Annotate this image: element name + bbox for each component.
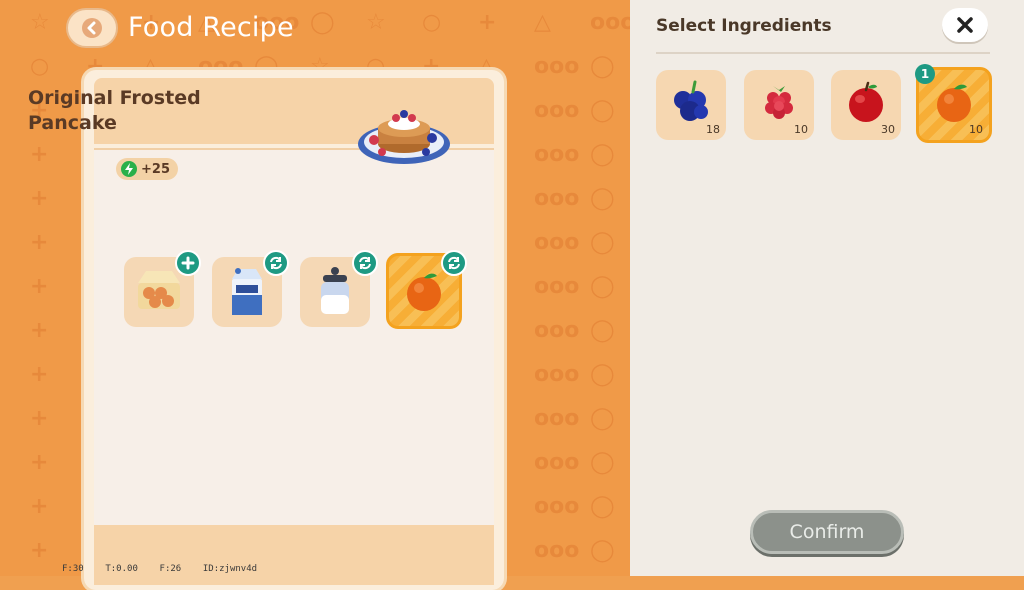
pattern-glyph: ooo [534, 274, 580, 299]
recipe-name-line1: Original Frosted [28, 87, 201, 109]
milk-carton-icon [232, 268, 262, 315]
page-title: Food Recipe [128, 12, 294, 43]
pattern-glyph: ooo [590, 10, 630, 35]
pattern-glyph: + [30, 274, 49, 299]
pattern-glyph: ◯ [590, 362, 615, 387]
close-icon [957, 17, 973, 33]
pattern-glyph: ooo [534, 186, 580, 211]
recipe-card-footer [94, 525, 494, 585]
swap-icon [270, 256, 282, 270]
pancake-icon [358, 110, 450, 164]
panel-title: Select Ingredients [656, 16, 832, 36]
pattern-glyph: △ [534, 10, 551, 35]
pattern-glyph: ooo [534, 406, 580, 431]
orange-icon [407, 273, 441, 311]
pattern-glyph: ◯ [590, 142, 615, 167]
pattern-glyph: + [30, 318, 49, 343]
pattern-glyph: ◯ [590, 538, 615, 563]
pattern-glyph: + [30, 450, 49, 475]
energy-badge: +25 [116, 158, 178, 180]
recipe-card-body [94, 148, 494, 525]
pattern-glyph: ◯ [590, 450, 615, 475]
pattern-glyph: ooo [534, 450, 580, 475]
ingredient-apple[interactable]: 30 [831, 70, 901, 140]
pattern-glyph: ◯ [590, 406, 615, 431]
close-button[interactable] [942, 8, 988, 42]
energy-value: +25 [141, 161, 170, 177]
egg-carton-icon [138, 271, 180, 309]
pattern-glyph: + [30, 494, 49, 519]
pattern-glyph: ooo [534, 494, 580, 519]
recipe-name-line2: Pancake [28, 112, 117, 134]
plus-icon [181, 256, 195, 270]
recipe-name: Original Frosted Pancake [28, 86, 228, 136]
pattern-glyph: + [30, 538, 49, 563]
raspberry-icon [765, 86, 793, 120]
pattern-glyph: + [30, 142, 49, 167]
swap-sugar-button[interactable] [352, 250, 378, 276]
pattern-glyph: ooo [534, 98, 580, 123]
swap-orange-button[interactable] [441, 250, 467, 276]
ingredient-count: 30 [881, 123, 895, 136]
lightning-icon [121, 161, 137, 177]
swap-icon [359, 256, 371, 270]
pattern-glyph: + [30, 186, 49, 211]
pattern-glyph: + [30, 362, 49, 387]
ingredient-orange[interactable]: 1 10 [915, 64, 992, 143]
pattern-glyph: + [30, 406, 49, 431]
pattern-glyph: ◯ [590, 274, 615, 299]
ingredient-count: 10 [794, 123, 808, 136]
panel-divider [656, 52, 990, 54]
pattern-glyph: ☆ [30, 10, 50, 35]
ingredient-panel: Select Ingredients 18 10 30 1 10 Confirm [630, 0, 1024, 576]
pattern-glyph: ○ [30, 54, 50, 79]
orange-icon [937, 84, 971, 123]
pattern-glyph: + [30, 230, 49, 255]
pattern-glyph: ◯ [590, 230, 615, 255]
ingredient-count: 10 [969, 123, 983, 136]
pattern-glyph: ooo [534, 230, 580, 255]
pattern-glyph: ○ [422, 10, 442, 35]
ingredient-count: 18 [706, 123, 720, 136]
pattern-glyph: ◯ [590, 54, 615, 79]
pattern-glyph: ◯ [590, 98, 615, 123]
pattern-glyph: ◯ [590, 318, 615, 343]
pattern-glyph: ◯ [590, 186, 615, 211]
debug-overlay: F:30 T:0.00 F:26 ID:zjwnv4d [62, 564, 258, 574]
apple-icon [849, 81, 883, 123]
swap-milk-button[interactable] [263, 250, 289, 276]
pattern-glyph: ooo [534, 54, 580, 79]
ingredient-blueberry[interactable]: 18 [656, 70, 726, 140]
pattern-glyph: ooo [534, 142, 580, 167]
swap-icon [448, 256, 460, 270]
add-ingredient-button[interactable] [175, 250, 201, 276]
sugar-jar-icon [321, 267, 349, 314]
pattern-glyph: ooo [534, 538, 580, 563]
confirm-button[interactable]: Confirm [750, 510, 904, 554]
ingredient-raspberry[interactable]: 10 [744, 70, 814, 140]
pattern-glyph: ◯ [310, 10, 335, 35]
chevron-left-icon [82, 18, 102, 38]
pattern-glyph: ooo [534, 362, 580, 387]
back-button[interactable] [66, 8, 118, 48]
pattern-glyph: ooo [534, 318, 580, 343]
pattern-glyph: + [478, 10, 497, 35]
pattern-glyph: ☆ [366, 10, 386, 35]
blueberry-icon [674, 80, 708, 122]
pattern-glyph: ◯ [590, 494, 615, 519]
